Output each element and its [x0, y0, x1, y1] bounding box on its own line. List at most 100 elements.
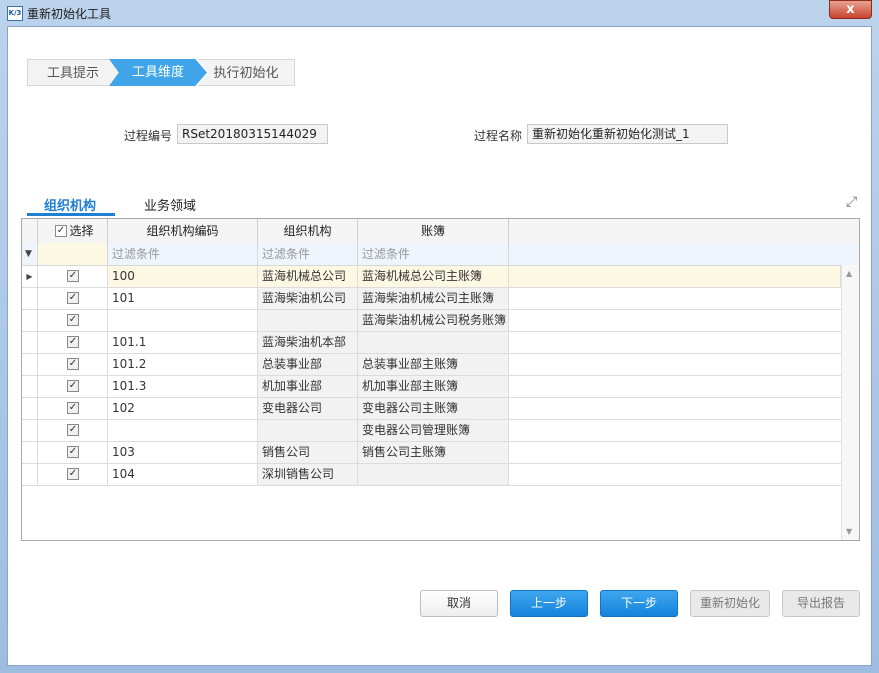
row-checkbox[interactable]: ✓: [67, 336, 79, 348]
selected-row-fill: [509, 266, 841, 287]
filter-row: ▼ 过滤条件 过滤条件 过滤条件: [22, 243, 859, 266]
process-no-field[interactable]: RSet20180315144029: [177, 124, 328, 144]
step-tool-hint[interactable]: 工具提示: [27, 59, 118, 86]
step-execute-init[interactable]: 执行初始化: [198, 59, 295, 86]
export-report-button[interactable]: 导出报告: [782, 590, 860, 617]
row-checkbox[interactable]: ✓: [67, 358, 79, 370]
header-book[interactable]: 账簿: [358, 219, 509, 243]
scroll-down-icon[interactable]: ▼: [846, 527, 852, 536]
row-checkbox[interactable]: ✓: [67, 270, 79, 282]
header-select[interactable]: ✓ 选择: [38, 219, 108, 243]
vertical-scrollbar[interactable]: ▲ ▼: [841, 265, 859, 540]
org-grid: ✓ 选择 组织机构编码 组织机构 账簿 ▼ 过滤条件 过滤条件 过滤条件 ▶ ✓ 1…: [21, 218, 860, 541]
table-row[interactable]: ✓ 变电器公司管理账簿: [22, 420, 841, 442]
org-code-cell[interactable]: 102: [108, 398, 258, 419]
org-code-cell[interactable]: [108, 420, 258, 441]
table-row[interactable]: ✓ 蓝海柴油机械公司税务账簿: [22, 310, 841, 332]
step-tool-dimension[interactable]: 工具维度: [109, 59, 207, 86]
filter-select[interactable]: [38, 243, 108, 265]
org-code-cell[interactable]: 101: [108, 288, 258, 309]
org-code-cell[interactable]: 100: [108, 266, 258, 287]
row-select-cell[interactable]: ✓: [38, 266, 108, 287]
table-row[interactable]: ✓ 103 销售公司 销售公司主账簿: [22, 442, 841, 464]
scroll-up-icon[interactable]: ▲: [846, 269, 852, 278]
org-code-cell[interactable]: [108, 310, 258, 331]
row-select-cell[interactable]: ✓: [38, 420, 108, 441]
table-row[interactable]: ✓ 101.3 机加事业部 机加事业部主账簿: [22, 376, 841, 398]
reinit-button[interactable]: 重新初始化: [690, 590, 770, 617]
row-select-cell[interactable]: ✓: [38, 310, 108, 331]
book-cell[interactable]: 机加事业部主账簿: [358, 376, 509, 397]
row-select-cell[interactable]: ✓: [38, 398, 108, 419]
org-cell[interactable]: [258, 310, 358, 331]
row-checkbox[interactable]: ✓: [67, 380, 79, 392]
org-cell[interactable]: 总装事业部: [258, 354, 358, 375]
close-button[interactable]: x: [829, 0, 872, 19]
tab-business-domain[interactable]: 业务领域: [144, 195, 196, 214]
row-indicator: [22, 376, 38, 397]
next-button[interactable]: 下一步: [600, 590, 678, 617]
filter-org[interactable]: 过滤条件: [258, 243, 358, 265]
row-checkbox[interactable]: ✓: [67, 446, 79, 458]
book-cell[interactable]: 总装事业部主账簿: [358, 354, 509, 375]
row-checkbox[interactable]: ✓: [67, 468, 79, 480]
table-row[interactable]: ✓ 101.2 总装事业部 总装事业部主账簿: [22, 354, 841, 376]
header-indicator: [22, 219, 38, 243]
book-cell[interactable]: 变电器公司主账簿: [358, 398, 509, 419]
grid-header: ✓ 选择 组织机构编码 组织机构 账簿: [22, 219, 859, 244]
row-select-cell[interactable]: ✓: [38, 332, 108, 353]
row-checkbox[interactable]: ✓: [67, 292, 79, 304]
filter-org-code[interactable]: 过滤条件: [108, 243, 258, 265]
org-cell[interactable]: 深圳销售公司: [258, 464, 358, 485]
table-row[interactable]: ✓ 101.1 蓝海柴油机本部: [22, 332, 841, 354]
book-cell[interactable]: 销售公司主账簿: [358, 442, 509, 463]
org-cell[interactable]: 蓝海柴油机本部: [258, 332, 358, 353]
org-code-cell[interactable]: 101.3: [108, 376, 258, 397]
window-title: 重新初始化工具: [27, 7, 112, 21]
select-all-checkbox[interactable]: ✓: [55, 225, 67, 237]
cancel-button[interactable]: 取消: [420, 590, 498, 617]
row-select-cell[interactable]: ✓: [38, 376, 108, 397]
row-checkbox[interactable]: ✓: [67, 424, 79, 436]
filter-book[interactable]: 过滤条件: [358, 243, 509, 265]
book-cell[interactable]: 蓝海机械总公司主账簿: [358, 266, 509, 287]
book-cell[interactable]: [358, 464, 509, 485]
row-select-cell[interactable]: ✓: [38, 442, 108, 463]
header-org[interactable]: 组织机构: [258, 219, 358, 243]
book-cell[interactable]: 蓝海柴油机械公司主账簿: [358, 288, 509, 309]
org-code-cell[interactable]: 103: [108, 442, 258, 463]
org-cell[interactable]: 蓝海柴油机公司: [258, 288, 358, 309]
table-row[interactable]: ✓ 102 变电器公司 变电器公司主账簿: [22, 398, 841, 420]
org-cell[interactable]: [258, 420, 358, 441]
tab-org[interactable]: 组织机构: [44, 195, 96, 214]
org-cell[interactable]: 销售公司: [258, 442, 358, 463]
process-name-label: 过程名称: [474, 129, 523, 143]
org-cell[interactable]: 蓝海机械总公司: [258, 266, 358, 287]
app-logo-icon: K/3: [7, 6, 23, 21]
process-name-field[interactable]: 重新初始化重新初始化测试_1: [527, 124, 728, 144]
row-select-cell[interactable]: ✓: [38, 464, 108, 485]
filter-icon: ▼: [22, 243, 38, 265]
book-cell[interactable]: 蓝海柴油机械公司税务账簿: [358, 310, 509, 331]
table-row[interactable]: ✓ 104 深圳销售公司: [22, 464, 841, 486]
row-indicator: [22, 464, 38, 485]
row-select-cell[interactable]: ✓: [38, 354, 108, 375]
header-org-code[interactable]: 组织机构编码: [108, 219, 258, 243]
prev-button[interactable]: 上一步: [510, 590, 588, 617]
row-pointer-icon: ▶: [22, 266, 38, 287]
row-checkbox[interactable]: ✓: [67, 314, 79, 326]
title-bar: K/3 重新初始化工具 x: [0, 0, 879, 26]
row-select-cell[interactable]: ✓: [38, 288, 108, 309]
row-indicator: [22, 354, 38, 375]
org-code-cell[interactable]: 101.1: [108, 332, 258, 353]
table-row[interactable]: ▶ ✓ 100 蓝海机械总公司 蓝海机械总公司主账簿: [22, 266, 841, 288]
org-cell[interactable]: 变电器公司: [258, 398, 358, 419]
org-code-cell[interactable]: 101.2: [108, 354, 258, 375]
table-row[interactable]: ✓ 101 蓝海柴油机公司 蓝海柴油机械公司主账簿: [22, 288, 841, 310]
book-cell[interactable]: 变电器公司管理账簿: [358, 420, 509, 441]
org-cell[interactable]: 机加事业部: [258, 376, 358, 397]
org-code-cell[interactable]: 104: [108, 464, 258, 485]
book-cell[interactable]: [358, 332, 509, 353]
row-checkbox[interactable]: ✓: [67, 402, 79, 414]
expand-icon[interactable]: ⤢: [846, 195, 860, 209]
